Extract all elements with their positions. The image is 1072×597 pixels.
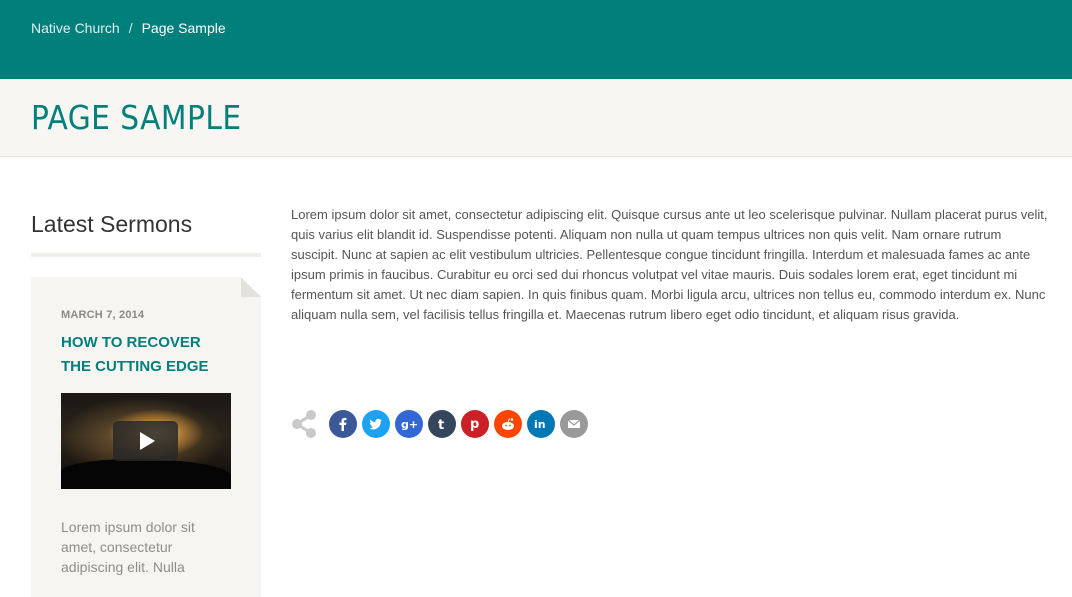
sermon-title-link[interactable]: HOW TO RECOVER THE CUTTING EDGE	[61, 331, 231, 379]
video-silhouette	[61, 459, 231, 489]
page-body-text: Lorem ipsum dolor sit amet, consectetur …	[291, 207, 1048, 322]
reddit-share-button[interactable]	[494, 410, 522, 438]
header-bar: Native Church / Page Sample	[0, 0, 1072, 79]
breadcrumb: Native Church / Page Sample	[31, 20, 226, 36]
play-button[interactable]	[113, 421, 178, 461]
share-icon[interactable]	[291, 410, 317, 438]
tumblr-icon: t	[438, 418, 444, 431]
facebook-icon	[339, 417, 347, 431]
sermon-date: MARCH 7, 2014	[61, 309, 145, 321]
main-content: Lorem ipsum dolor sit amet, consectetur …	[291, 205, 1051, 325]
breadcrumb-separator: /	[128, 20, 133, 36]
linkedin-share-button[interactable]: in	[527, 410, 555, 438]
twitter-share-button[interactable]	[362, 410, 390, 438]
pinterest-icon: p	[470, 417, 479, 431]
breadcrumb-home-link[interactable]: Native Church	[31, 20, 120, 36]
svg-text:t: t	[438, 418, 444, 431]
google-plus-share-button[interactable]: g+	[395, 410, 423, 438]
share-bar: g+ t p in	[291, 410, 593, 438]
email-share-button[interactable]	[560, 410, 588, 438]
card-corner-fold	[241, 277, 261, 297]
breadcrumb-current: Page Sample	[141, 20, 226, 36]
svg-text:g+: g+	[401, 418, 417, 431]
google-plus-icon: g+	[401, 418, 417, 431]
pinterest-share-button[interactable]: p	[461, 410, 489, 438]
latest-sermons-heading: Latest Sermons	[31, 200, 261, 257]
tumblr-share-button[interactable]: t	[428, 410, 456, 438]
sermon-video-thumbnail[interactable]	[61, 393, 231, 489]
page-title-bar: PAGE SAMPLE	[0, 79, 1072, 157]
svg-text:in: in	[534, 418, 546, 431]
reddit-icon	[502, 418, 514, 430]
linkedin-icon: in	[534, 418, 546, 431]
facebook-share-button[interactable]	[329, 410, 357, 438]
sidebar: Latest Sermons MARCH 7, 2014 HOW TO RECO…	[31, 200, 261, 597]
twitter-icon	[369, 418, 382, 430]
svg-text:p: p	[470, 417, 479, 431]
sermon-card: MARCH 7, 2014 HOW TO RECOVER THE CUTTING…	[31, 277, 261, 597]
page-title: PAGE SAMPLE	[31, 98, 242, 137]
sermon-excerpt: Lorem ipsum dolor sit amet, consectetur …	[61, 519, 195, 575]
email-icon	[567, 419, 581, 428]
play-icon	[140, 432, 155, 450]
